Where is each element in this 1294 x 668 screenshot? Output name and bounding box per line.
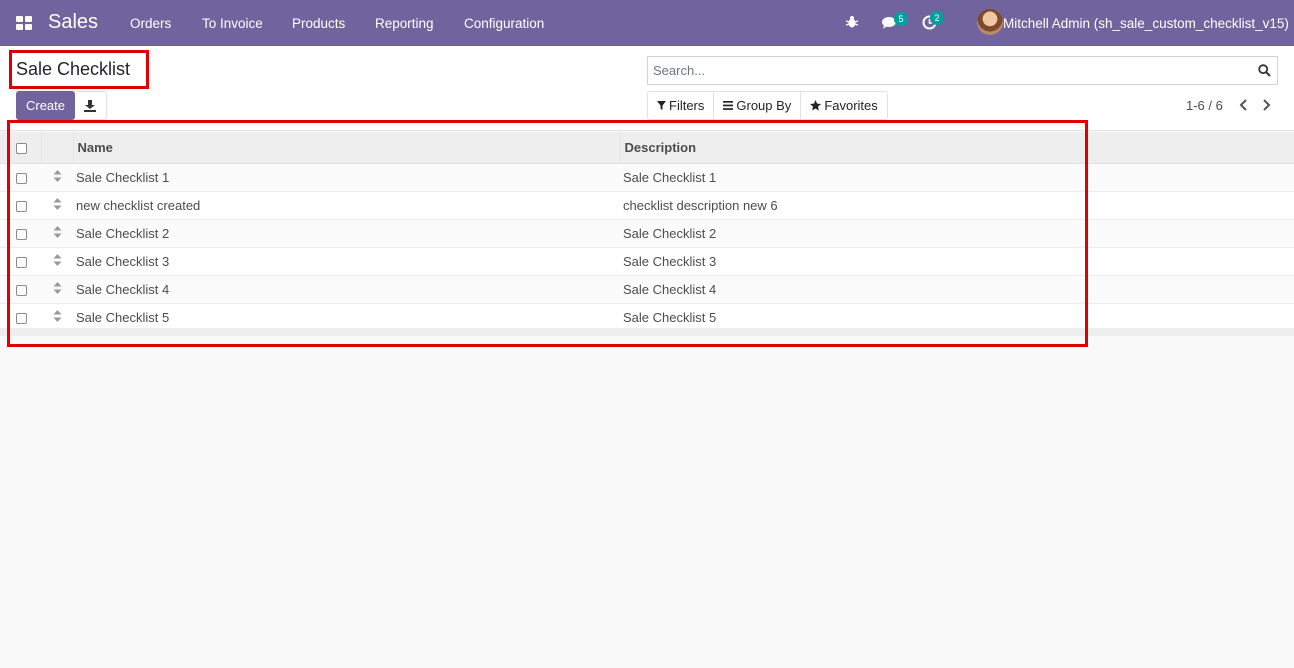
- row-handle[interactable]: [41, 247, 73, 276]
- row-handle[interactable]: [41, 219, 73, 248]
- row-checkbox-cell: [0, 247, 41, 276]
- cell-name[interactable]: Sale Checklist 4: [73, 275, 620, 304]
- messages-badge: 5: [894, 12, 908, 26]
- table-row[interactable]: Sale Checklist 3 Sale Checklist 3: [0, 247, 1294, 276]
- checklist-table: Name Description Sale Checklist 1 Sale Ch…: [0, 132, 1294, 332]
- row-checkbox[interactable]: [16, 200, 27, 212]
- table-row[interactable]: Sale Checklist 4 Sale Checklist 4: [0, 275, 1294, 304]
- menu-orders[interactable]: Orders: [130, 16, 171, 31]
- row-checkbox[interactable]: [16, 256, 27, 268]
- page-title: Sale Checklist: [16, 59, 131, 79]
- star-icon: [810, 100, 822, 111]
- row-checkbox-cell: [0, 303, 41, 332]
- search-bar: [647, 56, 1278, 85]
- row-checkbox[interactable]: [16, 312, 27, 324]
- select-all-cell: [0, 132, 42, 164]
- bars-icon: [723, 101, 734, 110]
- handle-header: [41, 132, 74, 164]
- row-checkbox[interactable]: [16, 228, 27, 240]
- cell-name[interactable]: Sale Checklist 2: [73, 219, 620, 248]
- menu-reporting[interactable]: Reporting: [375, 16, 434, 31]
- table-row[interactable]: new checklist created checklist descripti…: [0, 191, 1294, 220]
- table-row[interactable]: Sale Checklist 2 Sale Checklist 2: [0, 219, 1294, 248]
- control-panel: Sale Checklist Create Filters Group By F…: [0, 46, 1294, 131]
- cell-name[interactable]: new checklist created: [73, 191, 620, 220]
- row-checkbox-cell: [0, 275, 41, 304]
- filters-label: Filters: [669, 98, 705, 113]
- cell-description[interactable]: Sale Checklist 5: [620, 303, 1294, 332]
- create-button[interactable]: Create: [16, 91, 75, 120]
- row-checkbox[interactable]: [16, 284, 27, 296]
- sort-handle-icon[interactable]: [53, 169, 62, 182]
- chevron-left-icon[interactable]: [1239, 99, 1249, 111]
- row-checkbox-cell: [0, 163, 41, 192]
- sort-handle-icon[interactable]: [53, 197, 62, 210]
- column-header-name[interactable]: Name: [73, 132, 621, 164]
- pager-value[interactable]: 1-6 / 6: [1186, 98, 1223, 113]
- download-icon: [84, 100, 96, 112]
- table-body: Sale Checklist 1 Sale Checklist 1 new chec…: [0, 163, 1294, 332]
- apps-grid-icon[interactable]: [16, 16, 32, 30]
- row-handle[interactable]: [41, 275, 73, 304]
- cell-name[interactable]: Sale Checklist 3: [73, 247, 620, 276]
- table-footer: [0, 328, 1294, 336]
- column-header-description[interactable]: Description: [620, 132, 1294, 164]
- group-by-button[interactable]: Group By: [714, 92, 802, 119]
- search-options: Filters Group By Favorites: [647, 91, 888, 120]
- search-input[interactable]: [648, 57, 1248, 84]
- cell-description[interactable]: Sale Checklist 3: [620, 247, 1294, 276]
- row-checkbox[interactable]: [16, 172, 27, 184]
- row-checkbox-cell: [0, 219, 41, 248]
- cell-name[interactable]: Sale Checklist 5: [73, 303, 620, 332]
- menu-to-invoice[interactable]: To Invoice: [202, 16, 263, 31]
- table-row[interactable]: Sale Checklist 1 Sale Checklist 1: [0, 163, 1294, 192]
- favorites-label: Favorites: [824, 98, 878, 113]
- sort-handle-icon[interactable]: [53, 253, 62, 266]
- avatar[interactable]: [977, 9, 1003, 35]
- app-name[interactable]: Sales: [48, 11, 98, 34]
- group-by-label: Group By: [736, 98, 792, 113]
- cell-name[interactable]: Sale Checklist 1: [73, 163, 620, 192]
- cell-description[interactable]: Sale Checklist 2: [620, 219, 1294, 248]
- search-icon[interactable]: [1258, 64, 1271, 77]
- sort-handle-icon[interactable]: [53, 281, 62, 294]
- cell-description[interactable]: checklist description new 6: [620, 191, 1294, 220]
- row-handle[interactable]: [41, 163, 73, 192]
- table-header-row: Name Description: [0, 132, 1294, 164]
- row-handle[interactable]: [41, 191, 73, 220]
- row-checkbox-cell: [0, 191, 41, 220]
- filter-icon: [657, 101, 666, 110]
- download-button[interactable]: [75, 91, 107, 120]
- menu-configuration[interactable]: Configuration: [464, 16, 544, 31]
- row-handle[interactable]: [41, 303, 73, 332]
- menu-products[interactable]: Products: [292, 16, 345, 31]
- filters-button[interactable]: Filters: [648, 92, 715, 119]
- top-navbar: Sales Orders To Invoice Products Reporti…: [0, 0, 1294, 46]
- activities-badge: 2: [930, 11, 944, 25]
- sort-handle-icon[interactable]: [53, 225, 62, 238]
- cell-description[interactable]: Sale Checklist 4: [620, 275, 1294, 304]
- favorites-button[interactable]: Favorites: [801, 92, 886, 119]
- chevron-right-icon[interactable]: [1261, 99, 1271, 111]
- cell-description[interactable]: Sale Checklist 1: [620, 163, 1294, 192]
- table-row[interactable]: Sale Checklist 5 Sale Checklist 5: [0, 303, 1294, 332]
- sort-handle-icon[interactable]: [53, 309, 62, 322]
- bug-icon[interactable]: [845, 15, 859, 32]
- user-menu[interactable]: Mitchell Admin (sh_sale_custom_checklist…: [1003, 16, 1289, 31]
- select-all-checkbox[interactable]: [16, 142, 27, 154]
